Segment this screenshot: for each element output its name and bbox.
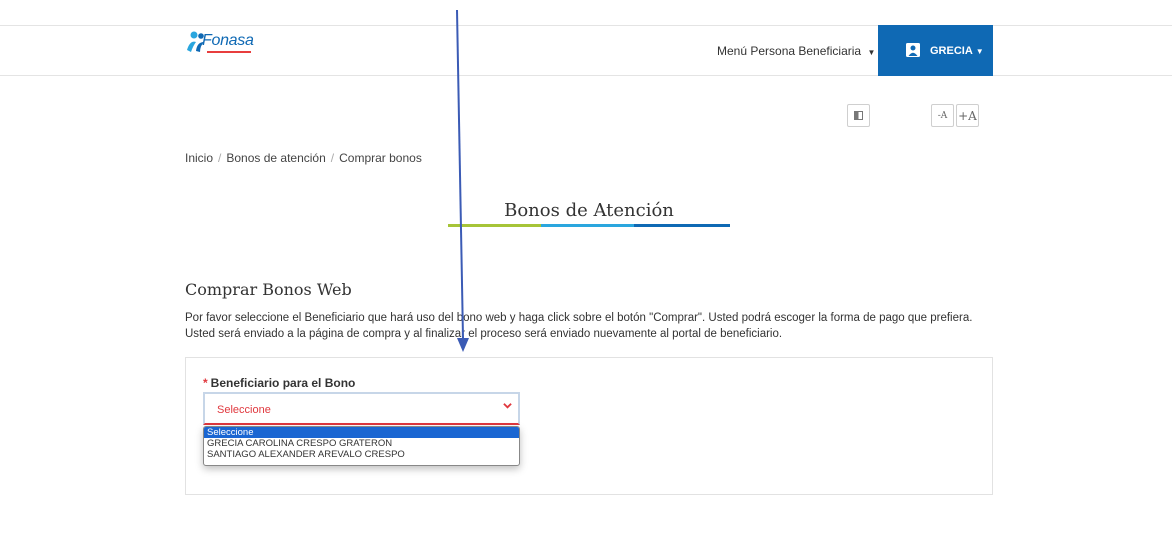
- contrast-toggle-button[interactable]: [847, 104, 870, 127]
- menu-persona-dropdown[interactable]: Menú Persona Beneficiaria ▼: [717, 44, 875, 58]
- contrast-icon: [854, 111, 863, 120]
- chevron-down-icon: [503, 401, 512, 413]
- font-increase-button[interactable]: +A: [956, 104, 979, 127]
- breadcrumb: Inicio / Bonos de atención / Comprar bonos: [185, 151, 422, 165]
- top-navbar: [0, 25, 1172, 76]
- user-menu-button[interactable]: GRECIA ▼: [878, 25, 993, 76]
- breadcrumb-item-inicio[interactable]: Inicio: [185, 151, 213, 165]
- breadcrumb-separator: /: [218, 151, 222, 165]
- beneficiary-select[interactable]: Seleccione: [203, 392, 520, 425]
- caret-down-icon: ▼: [867, 48, 876, 57]
- title-bar-light-blue: [541, 224, 634, 227]
- user-badge-icon: [906, 43, 920, 57]
- select-current-value: Seleccione: [217, 404, 271, 416]
- font-decrease-label: -A: [937, 110, 948, 121]
- menu-persona-label: Menú Persona Beneficiaria: [717, 44, 862, 58]
- section-title: Comprar Bonos Web: [185, 280, 352, 299]
- page-title: Bonos de Atención: [504, 200, 674, 221]
- breadcrumb-separator: /: [330, 151, 335, 165]
- title-bar-green: [448, 224, 541, 227]
- option-grecia[interactable]: GRECIA CAROLINA CRESPO GRATERON: [204, 438, 519, 449]
- font-increase-label: +A: [958, 108, 977, 123]
- breadcrumb-item-comprar: Comprar bonos: [339, 151, 422, 165]
- logo-underline: [207, 51, 251, 53]
- beneficiary-field-label: * Beneficiario para el Bono: [203, 376, 355, 390]
- option-seleccione[interactable]: Seleccione: [204, 427, 519, 438]
- logo-text[interactable]: Fonasa: [202, 32, 254, 50]
- caret-down-icon: ▼: [975, 47, 984, 56]
- title-bar-dark-blue: [634, 224, 730, 227]
- required-mark: *: [203, 376, 208, 390]
- beneficiary-options-list: Seleccione GRECIA CAROLINA CRESPO GRATER…: [203, 426, 520, 466]
- option-santiago[interactable]: SANTIAGO ALEXANDER AREVALO CRESPO: [204, 449, 519, 460]
- breadcrumb-item-bonos[interactable]: Bonos de atención: [226, 151, 325, 165]
- section-description: Por favor seleccione el Beneficiario que…: [185, 312, 973, 340]
- beneficiary-label-text: Beneficiario para el Bono: [210, 376, 356, 390]
- user-name: GRECIA ▼: [930, 45, 984, 57]
- font-decrease-button[interactable]: -A: [931, 104, 954, 127]
